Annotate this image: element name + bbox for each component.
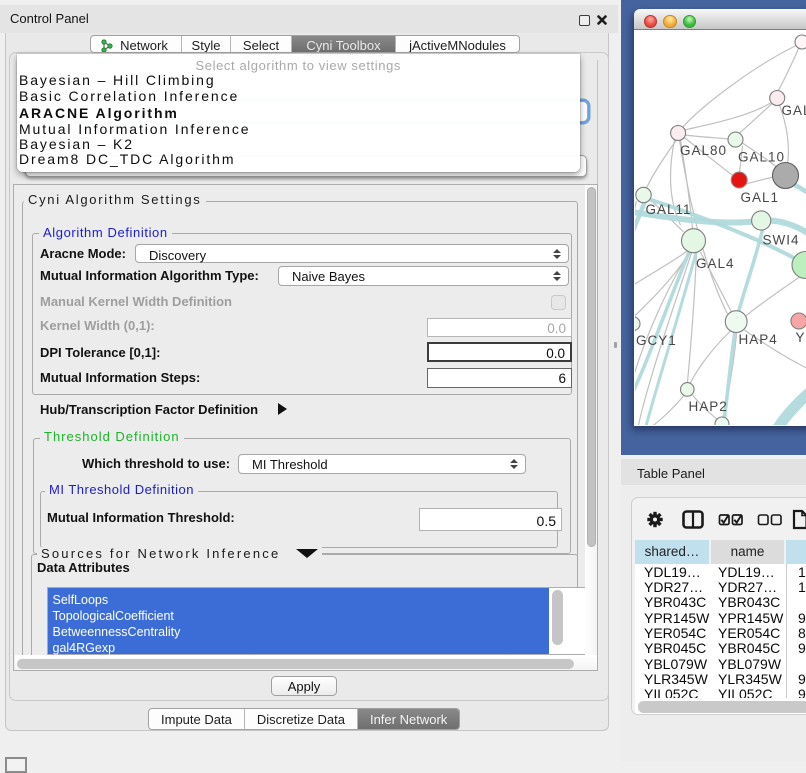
svg-text:GAL1: GAL1: [740, 190, 779, 205]
svg-text:GAL11: GAL11: [645, 202, 691, 217]
svg-text:GAL80: GAL80: [680, 143, 727, 158]
svg-text:GCY1: GCY1: [636, 333, 677, 348]
svg-text:GAL10: GAL10: [738, 150, 785, 165]
svg-text:HAP2: HAP2: [688, 399, 727, 414]
svg-text:SWI4: SWI4: [762, 233, 799, 248]
svg-text:GAL4: GAL4: [696, 256, 735, 271]
svg-text:GAL7: GAL7: [781, 103, 806, 118]
svg-text:HAP4: HAP4: [738, 332, 777, 347]
svg-text:Y: Y: [795, 330, 805, 345]
